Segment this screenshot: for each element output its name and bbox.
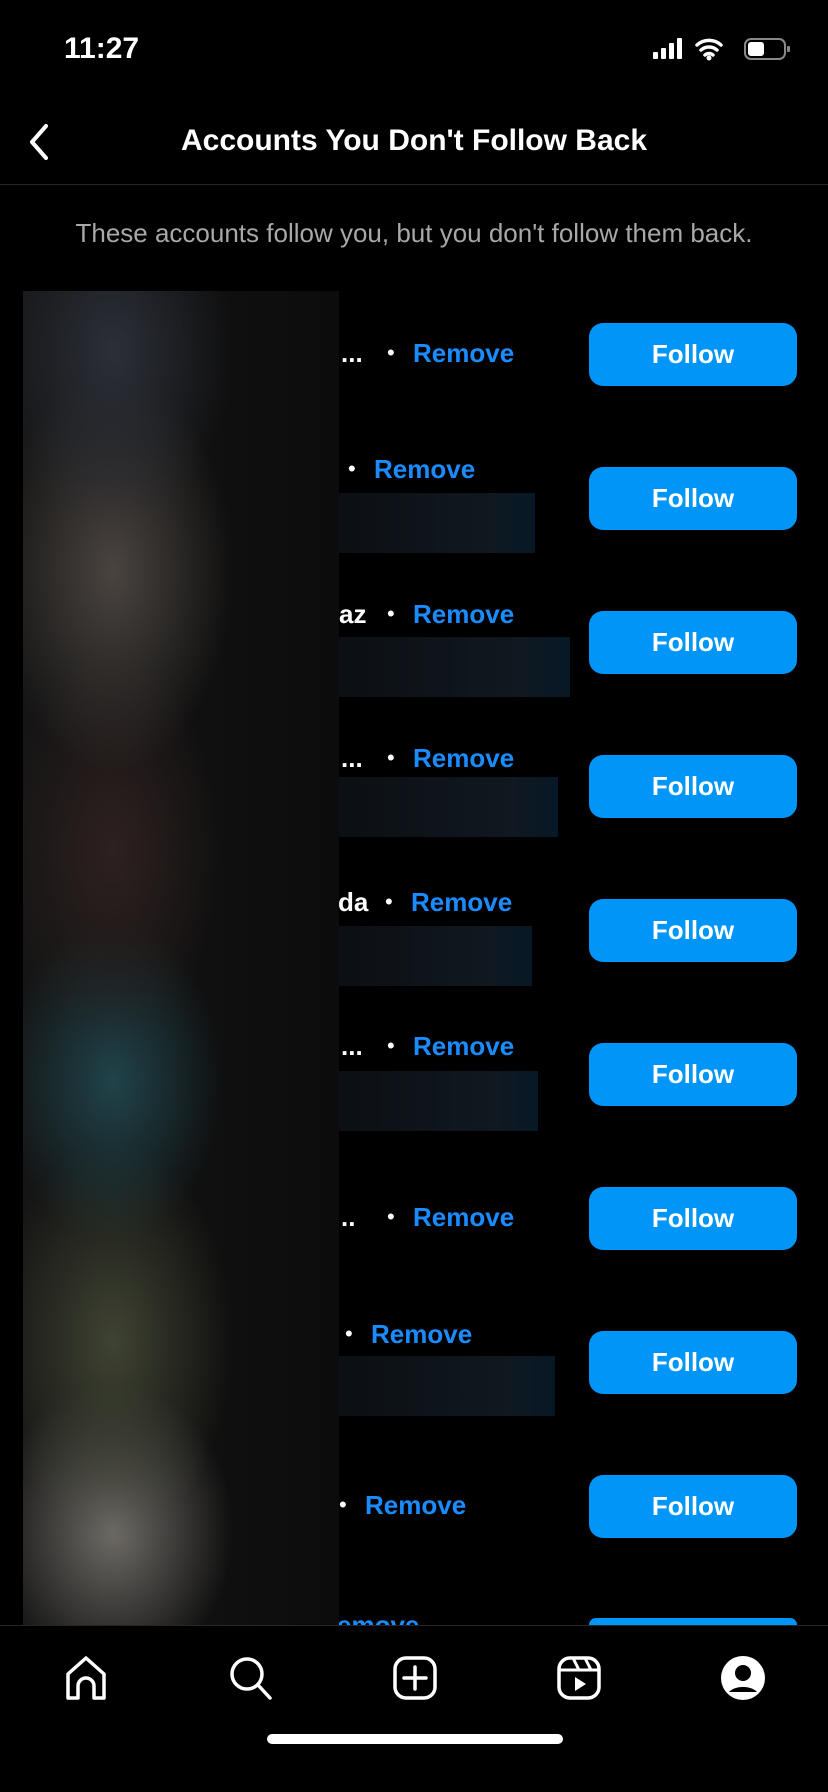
profile-icon[interactable]: [719, 1654, 767, 1702]
remove-link[interactable]: Remove: [371, 1319, 472, 1350]
separator-dot: •: [387, 340, 395, 365]
username-fragment: ...: [341, 1031, 363, 1061]
redacted-avatars-blur: [23, 291, 339, 1633]
separator-dot: •: [339, 1492, 347, 1517]
separator-dot: •: [387, 745, 395, 770]
bottom-tab-bar: [0, 1625, 828, 1792]
redacted-subtitle-blur: [337, 493, 535, 554]
remove-link[interactable]: Remove: [365, 1490, 466, 1521]
home-indicator: [267, 1734, 563, 1744]
page-title: Accounts You Don't Follow Back: [180, 124, 648, 157]
redacted-subtitle-blur: [337, 776, 558, 837]
remove-link[interactable]: Remove: [413, 599, 514, 630]
remove-link[interactable]: Remove: [413, 1031, 514, 1062]
remove-link[interactable]: emove: [337, 1612, 419, 1625]
follow-button[interactable]: [589, 1618, 797, 1625]
follow-button[interactable]: Follow: [589, 1043, 797, 1106]
remove-link[interactable]: Remove: [411, 887, 512, 918]
remove-link[interactable]: Remove: [413, 1202, 514, 1233]
separator-dot: •: [387, 1204, 395, 1229]
create-icon[interactable]: [391, 1654, 439, 1702]
username-fragment: ...: [341, 743, 363, 773]
separator-dot: •: [345, 1321, 353, 1346]
status-time: 11:27: [64, 32, 140, 65]
redacted-subtitle-blur: [337, 926, 532, 987]
redacted-subtitle-blur: [337, 1355, 555, 1416]
search-icon[interactable]: [226, 1654, 274, 1702]
follow-button[interactable]: Follow: [589, 755, 797, 818]
separator-dot: •: [385, 889, 393, 914]
page-description: These accounts follow you, but you don't…: [75, 218, 753, 248]
separator-dot: •: [387, 1033, 395, 1058]
home-icon[interactable]: [62, 1654, 110, 1702]
username-fragment: da: [338, 887, 369, 917]
username-fragment: ...: [341, 338, 363, 368]
follow-button[interactable]: Follow: [589, 1187, 797, 1250]
separator-dot: •: [348, 456, 356, 481]
follow-button[interactable]: Follow: [589, 323, 797, 386]
follow-button[interactable]: Follow: [589, 899, 797, 962]
follow-button[interactable]: Follow: [589, 611, 797, 674]
follow-button[interactable]: Follow: [589, 1331, 797, 1394]
separator-dot: •: [387, 601, 395, 626]
username-fragment: az: [339, 599, 367, 629]
remove-link[interactable]: Remove: [413, 743, 514, 774]
header-divider: [0, 184, 828, 185]
reels-icon[interactable]: [555, 1654, 603, 1702]
status-icons: [653, 38, 790, 61]
redacted-subtitle-blur: [337, 1071, 538, 1132]
remove-link[interactable]: Remove: [374, 454, 475, 485]
remove-link[interactable]: Remove: [413, 338, 514, 369]
follow-button[interactable]: Follow: [589, 467, 797, 530]
username-fragment: ..: [341, 1202, 356, 1232]
redacted-subtitle-blur: [337, 637, 570, 698]
follow-button[interactable]: Follow: [589, 1475, 797, 1538]
